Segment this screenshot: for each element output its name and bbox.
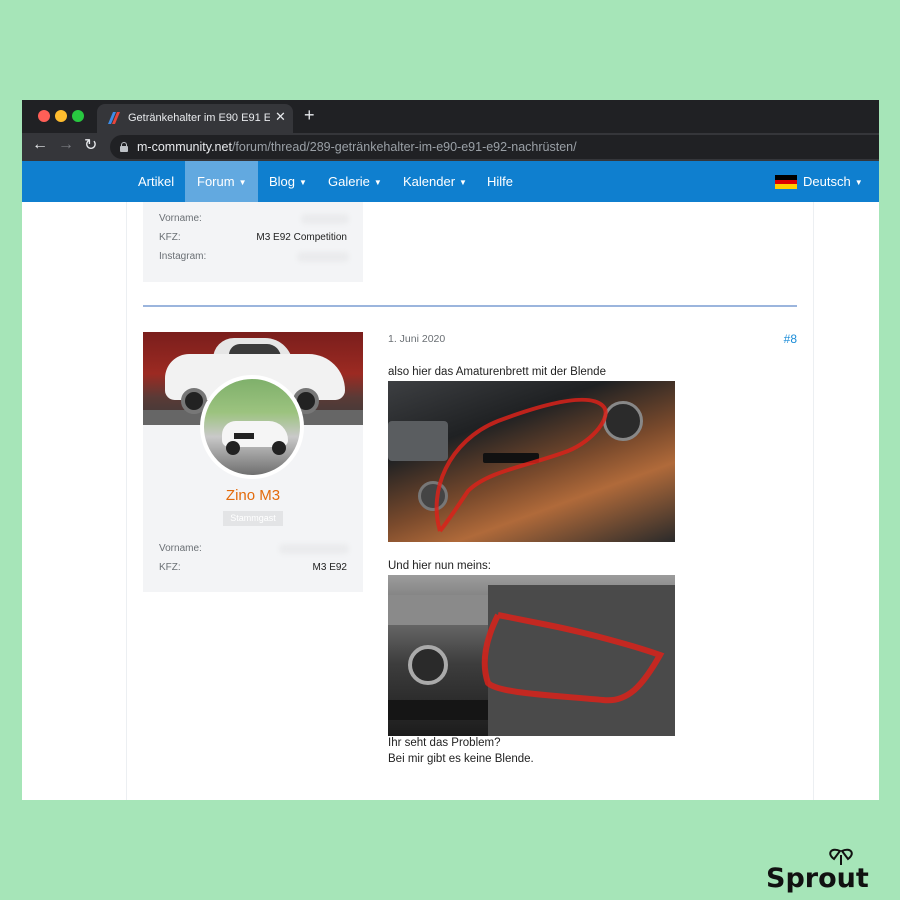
nav-item-kalender[interactable]: Kalender ▼ xyxy=(403,161,467,202)
sprout-logo-text: Sprout xyxy=(766,863,869,893)
post-text-line: also hier das Amaturenbrett mit der Blen… xyxy=(388,366,606,378)
url-input[interactable]: m-community.net/forum/thread/289-getränk… xyxy=(110,135,879,159)
language-label: Deutsch xyxy=(803,174,851,189)
dashboard-photo-with-trim[interactable] xyxy=(388,381,675,542)
field-label: Vorname: xyxy=(159,543,202,554)
field-label: Vorname: xyxy=(159,213,202,224)
field-label: KFZ: xyxy=(159,232,181,243)
avatar[interactable] xyxy=(200,375,304,479)
minimize-window-button[interactable] xyxy=(55,110,67,122)
nav-item-label: Hilfe xyxy=(487,174,514,189)
nav-item-blog[interactable]: Blog ▼ xyxy=(269,161,307,202)
nav-item-hilfe[interactable]: Hilfe xyxy=(487,161,513,202)
maximize-window-button[interactable] xyxy=(72,110,84,122)
url-host: m-community.net xyxy=(137,140,232,154)
url-text: m-community.net/forum/thread/289-getränk… xyxy=(137,140,577,154)
redacted-value xyxy=(301,214,349,224)
tab-close-icon[interactable]: ✕ xyxy=(275,109,286,125)
nav-item-galerie[interactable]: Galerie ▼ xyxy=(328,161,382,202)
red-annotation-drawing xyxy=(481,612,665,704)
own-dashboard-photo[interactable] xyxy=(388,575,675,736)
field-label: KFZ: xyxy=(159,562,181,573)
field-label: Instagram: xyxy=(159,251,207,262)
back-arrow-icon[interactable]: ← xyxy=(32,136,48,154)
red-annotation-drawing xyxy=(434,397,608,533)
chevron-down-icon: ▼ xyxy=(854,178,863,187)
close-window-button[interactable] xyxy=(38,110,50,122)
m-logo-icon xyxy=(108,112,120,124)
post-text-line: Ihr seht das Problem? xyxy=(388,737,501,749)
content-border-right xyxy=(813,202,814,800)
new-tab-button[interactable]: + xyxy=(304,105,315,126)
site-navigation: Artikel Forum ▼ Blog ▼ Galerie ▼ Kalender ▼ … xyxy=(22,161,879,202)
user-rank-badge: Stammgast xyxy=(223,511,283,526)
field-value: M3 E92 xyxy=(312,562,347,573)
content-border-left xyxy=(126,202,127,800)
post-separator xyxy=(143,305,797,307)
chevron-down-icon: ▼ xyxy=(373,178,382,187)
field-value: M3 E92 Competition xyxy=(256,232,347,243)
author-sidebar: Zino M3 Stammgast Vorname: KFZ: M3 E92 xyxy=(143,332,363,592)
post-date[interactable]: 1. Juni 2020 xyxy=(388,333,445,345)
tab-bar: Getränkehalter im E90 E91 E92 ✕ + xyxy=(22,100,879,133)
url-path: /forum/thread/289-getränkehalter-im-e90-… xyxy=(231,140,577,154)
post-text-line: Und hier nun meins: xyxy=(388,560,491,572)
thread-content: Vorname: KFZ: M3 E92 Competition Instagr… xyxy=(22,202,879,800)
nav-item-forum[interactable]: Forum ▼ xyxy=(185,161,259,202)
redacted-value xyxy=(297,252,349,262)
forward-arrow-icon[interactable]: → xyxy=(58,136,74,154)
browser-window: Getränkehalter im E90 E91 E92 ✕ + ← → ↻ … xyxy=(22,100,879,800)
nav-item-label: Artikel xyxy=(138,174,175,189)
username-link[interactable]: Zino M3 xyxy=(143,487,363,504)
browser-tab[interactable]: Getränkehalter im E90 E91 E92 ✕ xyxy=(97,104,293,133)
chevron-down-icon: ▼ xyxy=(299,178,307,187)
post-number-link[interactable]: #8 xyxy=(784,332,797,346)
nav-item-label: Blog xyxy=(269,174,296,189)
post-text-line: Bei mir gibt es keine Blende. xyxy=(388,753,534,765)
sprout-logo: Sprout xyxy=(766,848,869,893)
nav-item-artikel[interactable]: Artikel xyxy=(138,161,174,202)
language-selector[interactable]: Deutsch ▼ xyxy=(803,161,863,203)
german-flag-icon[interactable] xyxy=(775,175,797,189)
reload-icon[interactable]: ↻ xyxy=(84,135,97,155)
tab-title: Getränkehalter im E90 E91 E92 xyxy=(128,112,270,124)
chevron-down-icon: ▼ xyxy=(238,178,247,187)
address-bar: ← → ↻ m-community.net/forum/thread/289-g… xyxy=(22,133,879,161)
nav-item-label: Forum xyxy=(197,174,235,189)
nav-item-label: Galerie xyxy=(328,174,370,189)
lock-icon[interactable] xyxy=(120,142,128,152)
previous-author-sidebar: Vorname: KFZ: M3 E92 Competition Instagr… xyxy=(143,202,363,282)
nav-item-label: Kalender xyxy=(403,174,456,189)
redacted-value xyxy=(279,544,349,554)
chevron-down-icon: ▼ xyxy=(459,178,467,187)
